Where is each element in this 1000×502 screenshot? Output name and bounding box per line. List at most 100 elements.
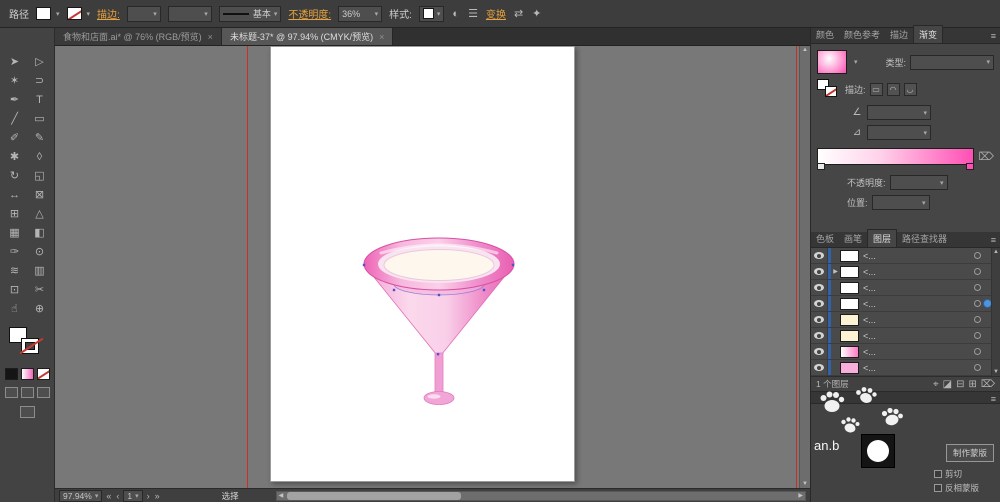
pen-tool-icon[interactable]: ✒ xyxy=(2,90,27,109)
brush-definition-select[interactable]: 基本 xyxy=(218,5,282,22)
scroll-left-icon[interactable]: ◀ xyxy=(277,492,286,499)
hand-tool-icon[interactable]: ☝ xyxy=(2,299,27,318)
expand-arrow-icon[interactable]: ▶ xyxy=(831,268,840,275)
close-icon[interactable]: × xyxy=(379,32,384,42)
layer-row[interactable]: <... xyxy=(811,344,1000,360)
rectangle-tool-icon[interactable]: ▭ xyxy=(27,109,52,128)
fill-stroke-indicator[interactable] xyxy=(8,327,46,361)
visibility-toggle[interactable] xyxy=(811,296,828,311)
visibility-toggle[interactable] xyxy=(811,344,828,359)
blend-tool-icon[interactable]: ⊙ xyxy=(27,242,52,261)
layer-row[interactable]: <... xyxy=(811,248,1000,264)
gradient-button[interactable] xyxy=(20,368,34,380)
gradient-angle-select[interactable] xyxy=(867,105,931,120)
vertical-scrollbar[interactable]: ▲ ▼ xyxy=(799,46,810,488)
tab-color-guide[interactable]: 颜色参考 xyxy=(839,26,885,43)
style-select[interactable] xyxy=(418,5,445,22)
layers-scrollbar[interactable]: ▲ ▼ xyxy=(991,248,1000,376)
draw-inside-button[interactable] xyxy=(36,387,50,398)
mesh-tool-icon[interactable]: ▦ xyxy=(2,223,27,242)
layer-name[interactable]: <... xyxy=(863,251,974,261)
make-mask-button[interactable]: 制作蒙版 xyxy=(945,444,994,462)
eyedropper-tool-icon[interactable]: ✑ xyxy=(2,242,27,261)
panel-menu-icon[interactable]: ≡ xyxy=(991,31,996,41)
stroke-color-swatch[interactable] xyxy=(66,7,91,20)
recolor-artwork-icon[interactable]: ◐ xyxy=(451,8,460,20)
fill-color-swatch[interactable] xyxy=(36,7,60,20)
target-circle[interactable] xyxy=(974,284,981,291)
artboard-number-select[interactable]: 1 xyxy=(123,489,143,502)
target-circle[interactable] xyxy=(974,300,981,307)
gradient-slider[interactable] xyxy=(817,148,975,170)
rotate-tool-icon[interactable]: ↻ xyxy=(2,166,27,185)
canvas[interactable]: ▲ ▼ 97.94% « ‹ 1 › » 选择 xyxy=(55,46,810,502)
layer-row[interactable]: ▶ <... xyxy=(811,264,1000,280)
layer-thumbnail[interactable] xyxy=(840,281,859,294)
layer-row[interactable]: <... xyxy=(811,280,1000,296)
clip-checkbox[interactable]: 剪切 xyxy=(934,468,994,480)
close-icon[interactable]: × xyxy=(208,32,213,42)
locate-object-icon[interactable]: ⌖ xyxy=(933,379,939,390)
stroke-weight-select[interactable] xyxy=(126,5,161,22)
pencil-tool-icon[interactable]: ✎ xyxy=(27,128,52,147)
horizontal-scroll-thumb[interactable] xyxy=(287,491,462,500)
horizontal-scrollbar[interactable]: ◀ ▶ xyxy=(275,490,806,501)
layer-thumbnail[interactable] xyxy=(840,345,859,358)
layer-thumbnail[interactable] xyxy=(840,313,859,326)
visibility-toggle[interactable] xyxy=(811,248,828,263)
stop-opacity-select[interactable] xyxy=(889,175,948,190)
selection-tool-icon[interactable]: ➤ xyxy=(2,52,27,71)
layer-thumbnail[interactable] xyxy=(840,249,859,262)
paintbrush-tool-icon[interactable]: ✐ xyxy=(2,128,27,147)
tab-swatches[interactable]: 色板 xyxy=(811,230,839,247)
stop-position-select[interactable] xyxy=(871,195,930,210)
target-circle[interactable] xyxy=(974,252,981,259)
checkbox-icon[interactable] xyxy=(934,470,942,478)
stroke-across-button[interactable]: ◡ xyxy=(903,83,917,96)
line-segment-tool-icon[interactable]: ╱ xyxy=(2,109,27,128)
martini-glass-artwork[interactable] xyxy=(271,47,574,481)
scroll-down-icon[interactable]: ▼ xyxy=(802,481,808,487)
perspective-grid-tool-icon[interactable]: △ xyxy=(27,204,52,223)
stroke-color-box[interactable] xyxy=(21,338,39,354)
opacity-link[interactable]: 不透明度: xyxy=(288,6,331,21)
target-circle[interactable] xyxy=(974,316,981,323)
stroke-within-button[interactable]: ▭ xyxy=(869,83,883,96)
gradient-type-select[interactable] xyxy=(910,54,994,70)
previous-artboard-button[interactable]: ‹ xyxy=(115,491,120,501)
tab-stroke[interactable]: 描边 xyxy=(885,26,913,43)
tab-gradient[interactable]: 渐变 xyxy=(913,25,944,43)
scroll-right-icon[interactable]: ▶ xyxy=(796,492,805,499)
layer-row[interactable]: <... xyxy=(811,312,1000,328)
last-artboard-button[interactable]: » xyxy=(154,491,161,501)
tab-pathfinder[interactable]: 路径查找器 xyxy=(897,230,952,247)
layer-name[interactable]: <... xyxy=(863,283,974,293)
gradient-aspect-select[interactable] xyxy=(867,125,931,140)
panel-menu-icon[interactable]: ≡ xyxy=(991,235,996,245)
screen-mode-button[interactable] xyxy=(19,406,35,418)
layer-name[interactable]: <... xyxy=(863,299,974,309)
direct-selection-tool-icon[interactable]: ▷ xyxy=(27,52,52,71)
visibility-toggle[interactable] xyxy=(811,312,828,327)
stroke-link[interactable]: 描边: xyxy=(97,6,120,21)
free-transform-tool-icon[interactable]: ⊠ xyxy=(27,185,52,204)
layer-thumbnail[interactable] xyxy=(840,265,859,278)
tab-color[interactable]: 颜色 xyxy=(811,26,839,43)
layer-row[interactable]: <... xyxy=(811,296,1000,312)
align-icon[interactable]: ☰ xyxy=(467,7,479,20)
color-button[interactable] xyxy=(4,368,18,380)
make-clip-mask-icon[interactable]: ◪ xyxy=(943,379,952,390)
scale-tool-icon[interactable]: ◱ xyxy=(27,166,52,185)
new-layer-icon[interactable]: ⊞ xyxy=(968,379,976,390)
layer-thumbnail[interactable] xyxy=(840,361,859,374)
chevron-down-icon[interactable] xyxy=(854,58,858,66)
adjust-icon[interactable]: ✦ xyxy=(531,7,542,20)
gradient-tool-icon[interactable]: ◧ xyxy=(27,223,52,242)
tab-brushes[interactable]: 画笔 xyxy=(839,230,867,247)
opacity-select[interactable]: 36% xyxy=(338,5,383,22)
invert-mask-checkbox[interactable]: 反相蒙版 xyxy=(934,482,994,494)
tab-layers[interactable]: 图层 xyxy=(867,229,898,247)
variable-width-select[interactable] xyxy=(167,5,212,22)
new-sublayer-icon[interactable]: ⊟ xyxy=(956,379,964,390)
stroke-along-button[interactable]: ◠ xyxy=(886,83,900,96)
